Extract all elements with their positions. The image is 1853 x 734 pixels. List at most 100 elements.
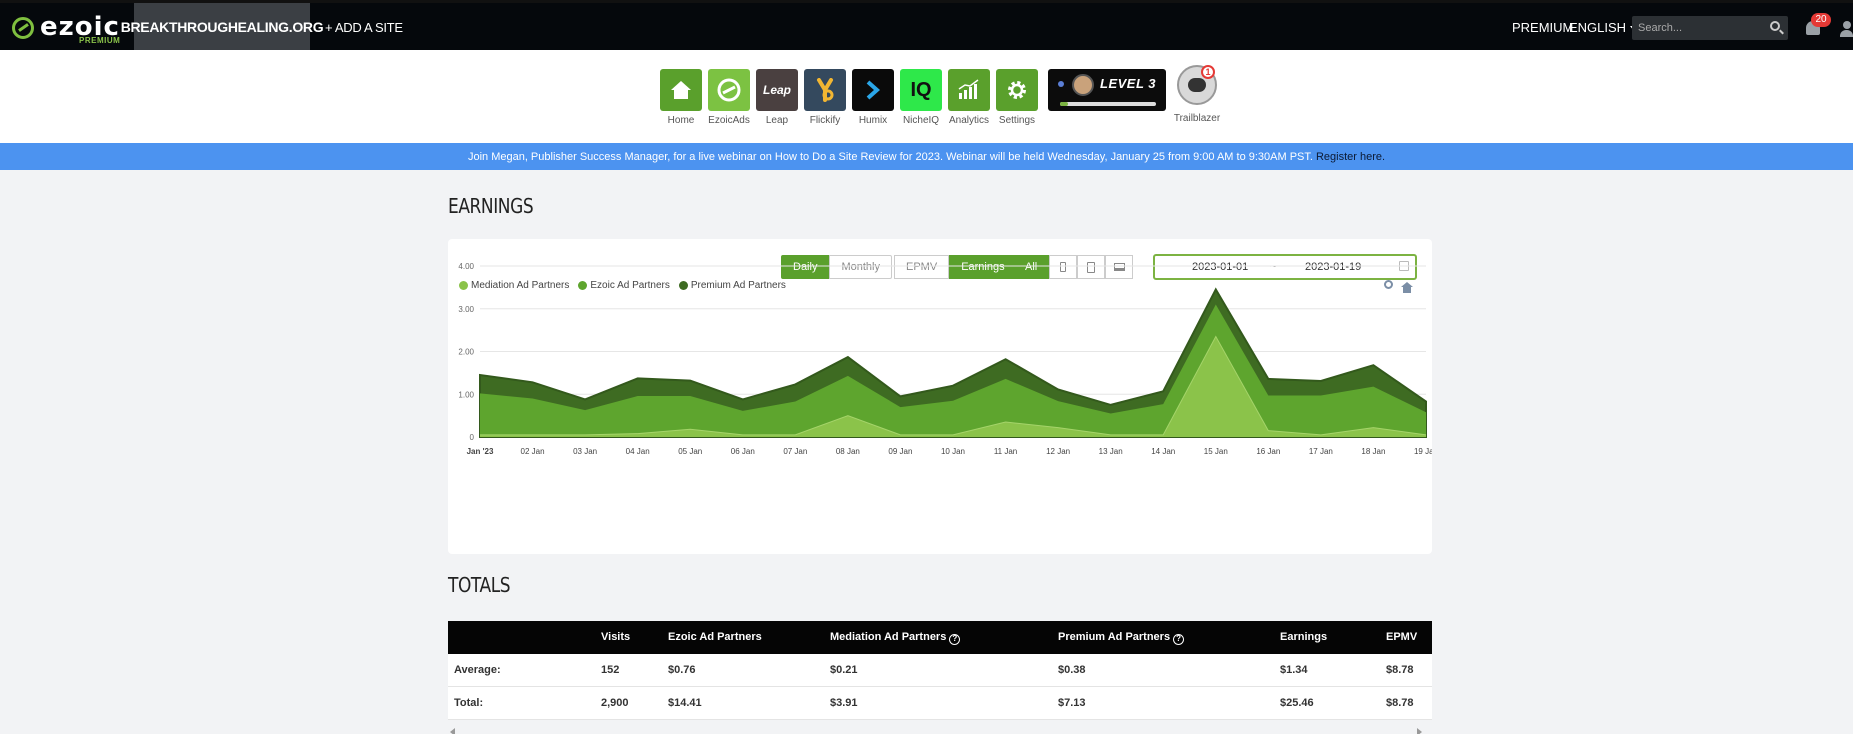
flickify-icon: [804, 69, 846, 111]
column-header: EPMV: [1386, 631, 1418, 643]
table-cell: $7.13: [1058, 697, 1086, 709]
totals-title: TOTALS: [448, 573, 511, 597]
table-header: Visits Ezoic Ad Partners Mediation Ad Pa…: [448, 621, 1432, 654]
scroll-right-icon[interactable]: [1417, 728, 1422, 734]
column-header-text: Premium Ad Partners: [1058, 631, 1171, 643]
table-cell: $0.21: [830, 664, 858, 676]
site-selector[interactable]: BREAKTHROUGHEALING.ORG: [121, 3, 324, 50]
notification-badge: 20: [1811, 13, 1831, 27]
trailblazer-notification: 1: [1201, 65, 1215, 79]
x-tick-label: 12 Jan: [1046, 447, 1070, 456]
y-tick-label: 0: [470, 433, 475, 442]
column-header: Visits: [601, 631, 631, 643]
x-tick-label: 19 Jan: [1414, 447, 1432, 456]
earnings-area-chart: 0 1.00 2.00 3.00 4.00 Jan '23 02 Jan 03 Jan 04 J…: [458, 262, 1432, 456]
row-label: Average:: [454, 664, 501, 676]
trailblazer-label: Trailblazer: [1173, 113, 1221, 124]
app-nicheiq[interactable]: IQ NicheIQ: [900, 69, 942, 126]
leap-icon: Leap: [756, 69, 798, 111]
table-row: Total: 2,900 $14.41 $3.91 $7.13 $25.46 $…: [448, 687, 1432, 720]
y-tick-label: 2.00: [458, 348, 474, 357]
table-cell: $14.41: [668, 697, 702, 709]
level-progress-bar: [1060, 102, 1156, 106]
app-flickify[interactable]: Flickify: [804, 69, 846, 126]
series-area-ezoic-ad-partners[interactable]: [480, 304, 1426, 438]
language-dropdown[interactable]: ENGLISH: [1569, 20, 1639, 35]
x-tick-label: 07 Jan: [783, 447, 807, 456]
y-tick-label: 3.00: [458, 305, 474, 314]
level-badge[interactable]: LEVEL 3: [1048, 69, 1166, 111]
table-cell: $0.76: [668, 664, 696, 676]
ezoic-logo-icon: [12, 17, 34, 39]
app-home[interactable]: Home: [660, 69, 702, 126]
horizontal-scrollbar[interactable]: [448, 728, 1432, 734]
search-input[interactable]: [1638, 19, 1758, 37]
logo-premium-label: PREMIUM: [79, 36, 121, 45]
app-launcher-row: Home EzoicAds Leap Leap Flickify Humix I…: [0, 50, 1853, 143]
x-tick-label: 02 Jan: [521, 447, 545, 456]
y-tick-label: 1.00: [458, 390, 474, 399]
level-text: LEVEL 3: [1100, 76, 1157, 91]
row-label: Total:: [454, 697, 484, 709]
home-icon: [660, 69, 702, 111]
language-label: ENGLISH: [1569, 20, 1627, 35]
register-link[interactable]: Register here.: [1316, 151, 1385, 163]
totals-table: Visits Ezoic Ad Partners Mediation Ad Pa…: [448, 621, 1432, 720]
earnings-title: EARNINGS: [448, 194, 534, 218]
x-tick-label: 03 Jan: [573, 447, 597, 456]
column-header-text: Mediation Ad Partners: [830, 631, 947, 643]
app-humix[interactable]: Humix: [852, 69, 894, 126]
x-tick-label: 04 Jan: [626, 447, 650, 456]
column-header: Earnings: [1280, 631, 1328, 643]
ezoic-logo[interactable]: ezoic PREMIUM: [10, 12, 130, 45]
user-icon[interactable]: [1840, 21, 1853, 37]
x-tick-label: 09 Jan: [888, 447, 912, 456]
x-tick-label: 18 Jan: [1361, 447, 1385, 456]
app-label: Settings: [998, 115, 1036, 126]
top-navbar: ezoic PREMIUM BREAKTHROUGHEALING.ORG + A…: [0, 0, 1853, 50]
search-box: [1632, 16, 1788, 40]
scroll-left-icon[interactable]: [450, 728, 455, 734]
x-tick-label: 17 Jan: [1309, 447, 1333, 456]
help-icon[interactable]: ?: [1173, 634, 1185, 645]
table-row: Average: 152 $0.76 $0.21 $0.38 $1.34 $8.…: [448, 654, 1432, 687]
column-header: Premium Ad Partners?: [1058, 631, 1185, 645]
table-cell: 152: [601, 664, 620, 676]
premium-link[interactable]: PREMIUM: [1512, 20, 1573, 35]
y-tick-label: 4.00: [458, 262, 474, 271]
x-tick-label: 08 Jan: [836, 447, 860, 456]
humix-icon: [852, 69, 894, 111]
x-tick-label: 14 Jan: [1151, 447, 1175, 456]
level-dot: [1058, 81, 1064, 87]
x-tick-label: 13 Jan: [1099, 447, 1123, 456]
app-leap[interactable]: Leap Leap: [756, 69, 798, 126]
table-cell: $0.38: [1058, 664, 1086, 676]
table-cell: $3.91: [830, 697, 858, 709]
add-site-link[interactable]: + ADD A SITE: [325, 20, 403, 35]
table-cell: $1.34: [1280, 664, 1308, 676]
x-tick-label: 16 Jan: [1256, 447, 1280, 456]
x-tick-label: Jan '23: [467, 447, 494, 456]
column-header: Ezoic Ad Partners: [668, 631, 762, 643]
table-cell: 2,900: [601, 697, 629, 709]
x-tick-label: 06 Jan: [731, 447, 755, 456]
column-header: Mediation Ad Partners?: [830, 631, 961, 645]
analytics-icon: [948, 69, 990, 111]
search-icon[interactable]: [1770, 21, 1780, 31]
table-cell: $25.46: [1280, 697, 1314, 709]
x-tick-label: 11 Jan: [994, 447, 1017, 456]
avatar: [1072, 74, 1094, 96]
announcement-banner: Join Megan, Publisher Success Manager, f…: [0, 143, 1853, 170]
gear-icon: [996, 69, 1038, 111]
earnings-chart-card: Daily Monthly EPMV Earnings All 2023-01-…: [448, 239, 1432, 554]
nicheiq-icon: IQ: [900, 69, 942, 111]
help-icon[interactable]: ?: [949, 634, 961, 645]
table-cell: $8.78: [1386, 697, 1414, 709]
app-analytics[interactable]: Analytics: [948, 69, 990, 126]
x-tick-label: 05 Jan: [678, 447, 702, 456]
x-tick-label: 10 Jan: [941, 447, 965, 456]
table-cell: $8.78: [1386, 664, 1414, 676]
app-settings[interactable]: Settings: [996, 69, 1038, 126]
ezoicads-icon: [708, 69, 750, 111]
app-ezoicads[interactable]: EzoicAds: [708, 69, 750, 126]
